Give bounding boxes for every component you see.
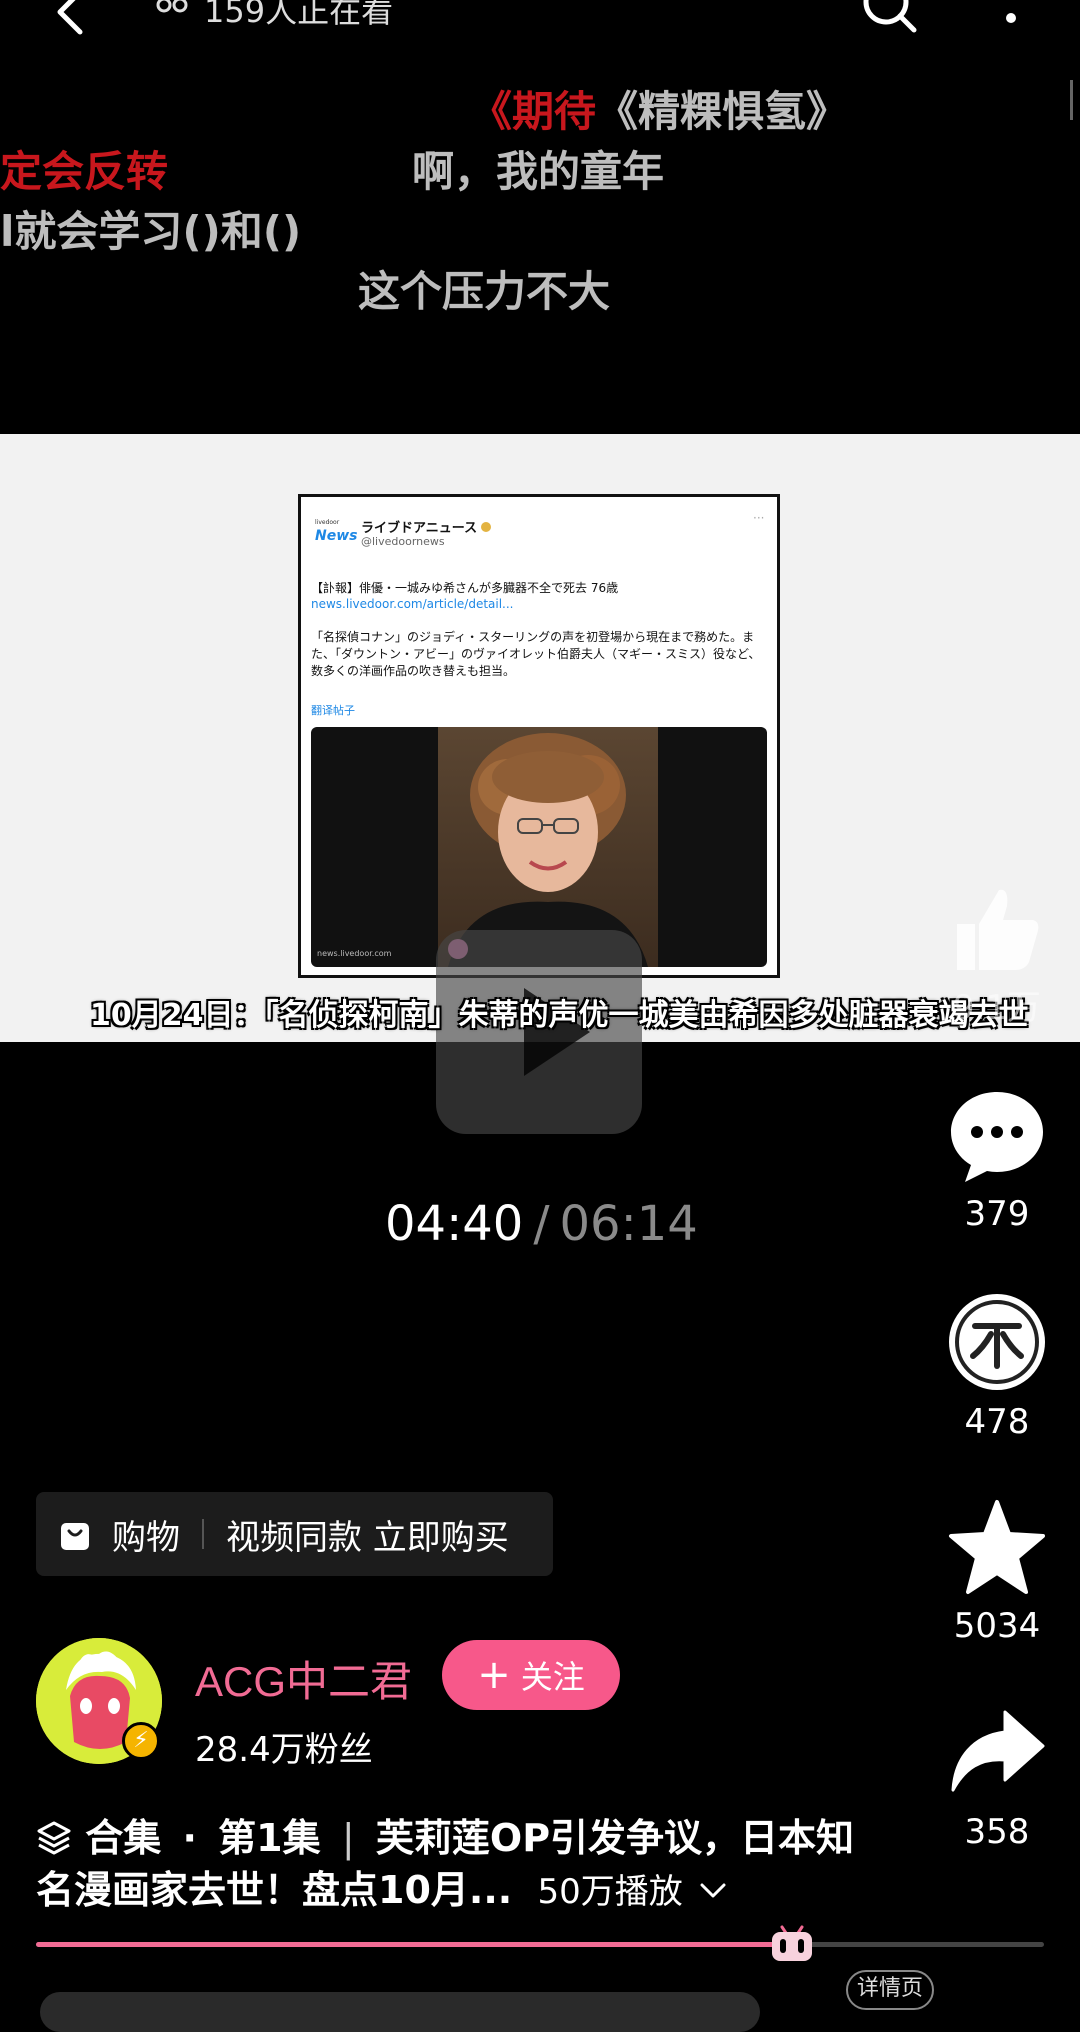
plus-icon: + <box>477 1652 511 1698</box>
collection-label: 合集 <box>85 1816 162 1860</box>
danmaku-comment: 啊，我的童年 <box>412 147 665 196</box>
title-dot: · <box>182 1816 197 1860</box>
danmaku-edge <box>1070 80 1080 120</box>
tweet-translate: 翻译帖子 <box>311 704 355 717</box>
tweet-account-name: ライブドアニュース <box>361 517 492 536</box>
progress-thumb-tv-icon[interactable] <box>768 1925 816 1963</box>
like-count: 9.1万 <box>952 988 1042 1028</box>
danmaku-comment: l就会学习()和() <box>0 207 302 256</box>
tweet-link: news.livedoor.com/article/detail... <box>311 597 514 611</box>
follow-label: 关注 <box>520 1658 585 1696</box>
favorite-count: 5034 <box>953 1606 1041 1646</box>
detail-page-button[interactable]: 详情页 <box>846 1970 934 2010</box>
star-icon <box>949 1500 1045 1594</box>
progress-fill <box>36 1942 798 1947</box>
time-total: 06:14 <box>559 1196 698 1252</box>
livedoor-news-logo: livedoor News <box>315 519 358 544</box>
danmaku-comment: 这个压力不大 <box>358 267 611 316</box>
shopping-bag-icon <box>61 1523 89 1550</box>
coin-count: 478 <box>964 1402 1030 1442</box>
thumbs-up-icon <box>957 889 1039 970</box>
time-current: 04:40 <box>385 1196 524 1252</box>
fans-count: 28.4万粉丝 <box>195 1730 373 1770</box>
collection-layers-icon <box>37 1821 71 1855</box>
coin-icon <box>949 1294 1045 1390</box>
back-arrow-icon[interactable] <box>50 0 90 38</box>
photo-credit: news.livedoor.com <box>317 949 392 958</box>
video-title[interactable]: 合集 · 第1集 | 芙莉莲OP引发争议，日本知名漫画家去世！盘点10月... … <box>36 1812 856 1918</box>
time-display: 04:40/06:14 <box>385 1196 698 1252</box>
verified-icon <box>481 521 492 532</box>
tweet-card: livedoor News ライブドアニュース @livedoornews ··… <box>298 494 780 978</box>
comment-icon <box>951 1092 1043 1182</box>
tweet-headline: 【訃報】俳優・一城みゆ希さんが多臓器不全で死去 76歳 <box>311 581 619 595</box>
danmaku-comment: 《期待《精粿惧氢》 <box>470 87 849 136</box>
danmaku-comment: 定会反转 <box>0 147 169 196</box>
comment-button[interactable]: 379 <box>942 1086 1052 1234</box>
share-count: 358 <box>964 1812 1030 1852</box>
video-subtitle: 10月24日：「名侦探柯南」朱蒂的声优一城美由希因多处脏器衰竭去世 <box>90 998 1029 1033</box>
search-icon[interactable] <box>860 0 920 40</box>
tweet-body: 「名探偵コナン」のジョディ・スターリングの声を初登場から現在まで務めた。また、「… <box>311 630 761 678</box>
tweet-handle: @livedoornews <box>361 535 445 548</box>
more-options-icon[interactable] <box>998 0 1024 48</box>
shopping-label: 购物 <box>112 1517 180 1558</box>
comment-input-bar[interactable] <box>40 1992 760 2032</box>
share-button[interactable]: 358 <box>942 1704 1052 1852</box>
coin-button[interactable]: 478 <box>942 1290 1052 1442</box>
title-divider: | <box>341 1816 355 1860</box>
comment-count: 379 <box>964 1194 1030 1234</box>
lightning-badge-icon: ⚡ <box>122 1722 160 1760</box>
author-name[interactable]: ACG中二君 <box>195 1648 412 1709</box>
viewers-icon <box>156 0 188 13</box>
viewers-text: 159人正在看 <box>204 0 394 30</box>
viewers-indicator: 159人正在看 <box>150 0 393 34</box>
shopping-promo: 视频同款 立即购买 <box>226 1517 509 1558</box>
tweet-more-icon: ··· <box>753 511 765 525</box>
shopping-divider <box>202 1519 204 1549</box>
progress-bar[interactable] <box>36 1942 1044 1947</box>
follow-button[interactable]: + 关注 <box>442 1640 620 1710</box>
episode-label: 第1集 <box>218 1816 321 1860</box>
favorite-button[interactable]: 5034 <box>942 1498 1052 1646</box>
shopping-bar[interactable]: 购物 视频同款 立即购买 <box>36 1492 553 1576</box>
chevron-down-icon <box>700 1883 726 1898</box>
view-count: 50万播放 <box>537 1872 683 1912</box>
share-arrow-icon <box>951 1710 1045 1792</box>
like-button[interactable]: 9.1万 <box>942 880 1052 1029</box>
